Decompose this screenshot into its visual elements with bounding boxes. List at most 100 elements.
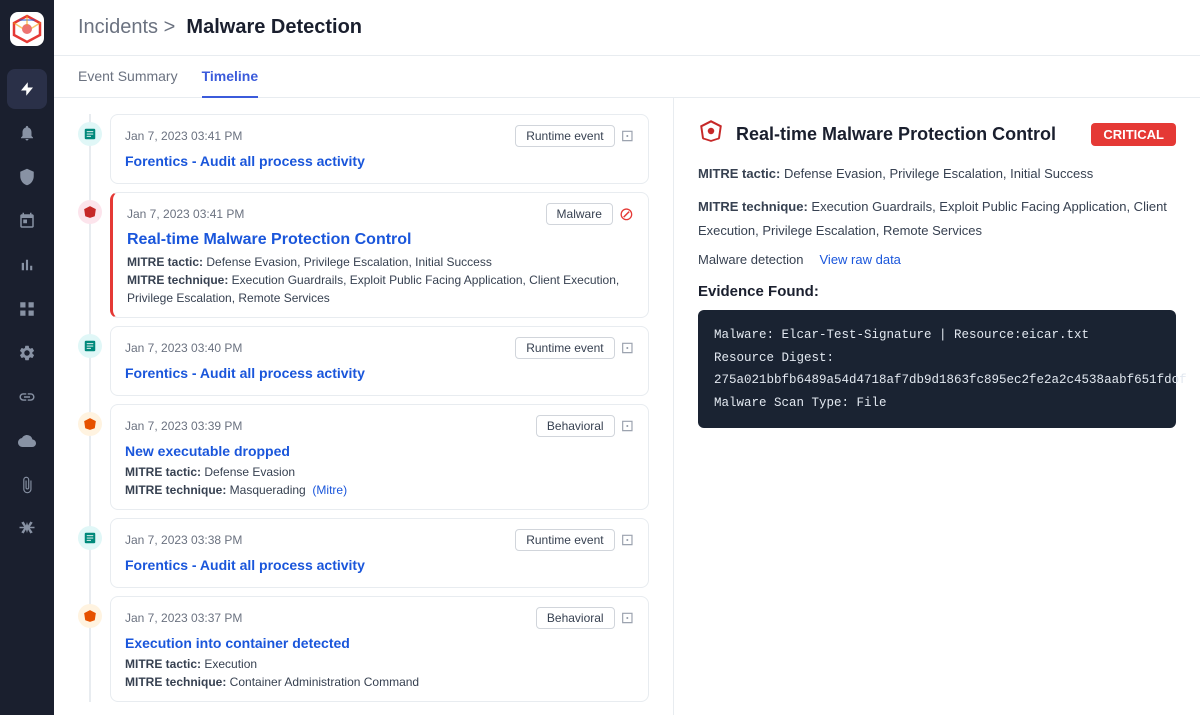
detail-mitre-tactic: MITRE tactic: Defense Evasion, Privilege… xyxy=(698,162,1176,185)
detail-title: Real-time Malware Protection Control xyxy=(736,124,1079,145)
event-title-5: Forentics - Audit all process activity xyxy=(125,557,634,573)
behavioral-badge-4: Behavioral xyxy=(536,415,615,437)
event-header-3: Jan 7, 2023 03:40 PM Runtime event ⊡ xyxy=(125,337,634,359)
event-header-5: Jan 7, 2023 03:38 PM Runtime event ⊡ xyxy=(125,529,634,551)
main-content: Incidents > Malware Detection Event Summ… xyxy=(54,0,1200,715)
event-meta-4: MITRE tactic: Defense Evasion MITRE tech… xyxy=(125,463,634,499)
event-time-1: Jan 7, 2023 03:41 PM xyxy=(125,129,242,143)
event-time-2: Jan 7, 2023 03:41 PM xyxy=(127,207,244,221)
mitre-link-4[interactable]: (Mitre) xyxy=(312,483,347,497)
timeline-item-1: Jan 7, 2023 03:41 PM Runtime event ⊡ For… xyxy=(78,114,649,184)
timeline: Jan 7, 2023 03:41 PM Runtime event ⊡ For… xyxy=(78,114,649,702)
sidebar-item-grid[interactable] xyxy=(7,289,47,329)
detail-panel: Real-time Malware Protection Control CRI… xyxy=(674,98,1200,715)
sidebar-item-home[interactable] xyxy=(7,69,47,109)
cancel-icon: ⊘ xyxy=(619,204,634,225)
sidebar xyxy=(0,0,54,715)
evidence-line-3: Malware Scan Type: File xyxy=(714,392,1160,415)
timeline-icon-5 xyxy=(78,526,102,550)
runtime-badge-5: Runtime event xyxy=(515,529,614,551)
logo[interactable] xyxy=(10,12,44,51)
sidebar-item-asterisk[interactable] xyxy=(7,509,47,549)
sidebar-item-chart[interactable] xyxy=(7,245,47,285)
event-badge-5: Runtime event ⊡ xyxy=(515,529,634,551)
event-card-3[interactable]: Jan 7, 2023 03:40 PM Runtime event ⊡ For… xyxy=(110,326,649,396)
detail-header: Real-time Malware Protection Control CRI… xyxy=(698,118,1176,150)
content-area: Jan 7, 2023 03:41 PM Runtime event ⊡ For… xyxy=(54,98,1200,715)
event-badge-6: Behavioral ⊡ xyxy=(536,607,634,629)
detail-threat-icon xyxy=(698,118,724,150)
tab-bar: Event Summary Timeline xyxy=(54,56,1200,98)
timeline-item-3: Jan 7, 2023 03:40 PM Runtime event ⊡ For… xyxy=(78,326,649,396)
header: Incidents > Malware Detection xyxy=(54,0,1200,56)
evidence-line-1: Malware: Elcar-Test-Signature | Resource… xyxy=(714,324,1160,347)
runtime-badge-3: Runtime event xyxy=(515,337,614,359)
timeline-panel: Jan 7, 2023 03:41 PM Runtime event ⊡ For… xyxy=(54,98,674,715)
event-badge-3: Runtime event ⊡ xyxy=(515,337,634,359)
event-time-4: Jan 7, 2023 03:39 PM xyxy=(125,419,242,433)
event-time-3: Jan 7, 2023 03:40 PM xyxy=(125,341,242,355)
event-header-6: Jan 7, 2023 03:37 PM Behavioral ⊡ xyxy=(125,607,634,629)
timeline-icon-1 xyxy=(78,122,102,146)
event-header-1: Jan 7, 2023 03:41 PM Runtime event ⊡ xyxy=(125,125,634,147)
event-badge-1: Runtime event ⊡ xyxy=(515,125,634,147)
critical-badge: CRITICAL xyxy=(1091,123,1176,146)
event-card-1[interactable]: Jan 7, 2023 03:41 PM Runtime event ⊡ For… xyxy=(110,114,649,184)
tab-timeline[interactable]: Timeline xyxy=(202,56,259,98)
sidebar-item-settings[interactable] xyxy=(7,333,47,373)
evidence-title: Evidence Found: xyxy=(698,283,1176,300)
event-badge-4: Behavioral ⊡ xyxy=(536,415,634,437)
sidebar-item-link[interactable] xyxy=(7,377,47,417)
view-raw-link[interactable]: View raw data xyxy=(820,252,901,267)
page-title: Incidents > Malware Detection xyxy=(78,16,1176,39)
event-card-2[interactable]: Jan 7, 2023 03:41 PM Malware ⊘ Real-time… xyxy=(110,192,649,318)
timeline-item-2: Jan 7, 2023 03:41 PM Malware ⊘ Real-time… xyxy=(78,192,649,318)
runtime-badge-1: Runtime event xyxy=(515,125,614,147)
scan-icon-1: ⊡ xyxy=(621,126,634,146)
mitre-tactic-label: MITRE tactic: xyxy=(698,166,780,181)
evidence-line-2: Resource Digest: 275a021bbfb6489a54d4718… xyxy=(714,347,1160,392)
event-card-4[interactable]: Jan 7, 2023 03:39 PM Behavioral ⊡ New ex… xyxy=(110,404,649,510)
sidebar-item-shield[interactable] xyxy=(7,157,47,197)
breadcrumb-main: Malware Detection xyxy=(186,16,362,38)
event-badge-2: Malware ⊘ xyxy=(546,203,634,225)
mitre-tactic-value: Defense Evasion, Privilege Escalation, I… xyxy=(784,166,1093,181)
timeline-icon-2 xyxy=(78,200,102,224)
sidebar-item-attach[interactable] xyxy=(7,465,47,505)
timeline-icon-6 xyxy=(78,604,102,628)
event-title-3: Forentics - Audit all process activity xyxy=(125,365,634,381)
sidebar-item-calendar[interactable] xyxy=(7,201,47,241)
event-header-2: Jan 7, 2023 03:41 PM Malware ⊘ xyxy=(127,203,634,225)
event-title-6: Execution into container detected xyxy=(125,635,634,651)
scan-icon-3: ⊡ xyxy=(621,338,634,358)
scan-icon-6: ⊡ xyxy=(621,608,634,628)
timeline-item-6: Jan 7, 2023 03:37 PM Behavioral ⊡ Execut… xyxy=(78,596,649,702)
event-meta-2: MITRE tactic: Defense Evasion, Privilege… xyxy=(127,253,634,307)
tab-event-summary[interactable]: Event Summary xyxy=(78,56,178,98)
event-time-6: Jan 7, 2023 03:37 PM xyxy=(125,611,242,625)
scan-icon-5: ⊡ xyxy=(621,530,634,550)
sidebar-item-cloud[interactable] xyxy=(7,421,47,461)
detection-label: Malware detection xyxy=(698,252,804,267)
event-card-5[interactable]: Jan 7, 2023 03:38 PM Runtime event ⊡ For… xyxy=(110,518,649,588)
scan-icon-4: ⊡ xyxy=(621,416,634,436)
behavioral-badge-6: Behavioral xyxy=(536,607,615,629)
timeline-icon-3 xyxy=(78,334,102,358)
timeline-icon-4 xyxy=(78,412,102,436)
timeline-item-4: Jan 7, 2023 03:39 PM Behavioral ⊡ New ex… xyxy=(78,404,649,510)
evidence-box: Malware: Elcar-Test-Signature | Resource… xyxy=(698,310,1176,428)
malware-badge: Malware xyxy=(546,203,613,225)
event-card-6[interactable]: Jan 7, 2023 03:37 PM Behavioral ⊡ Execut… xyxy=(110,596,649,702)
detail-links: Malware detection View raw data xyxy=(698,252,1176,267)
timeline-item-5: Jan 7, 2023 03:38 PM Runtime event ⊡ For… xyxy=(78,518,649,588)
mitre-technique-label: MITRE technique: xyxy=(698,199,808,214)
event-title-1: Forentics - Audit all process activity xyxy=(125,153,634,169)
detail-mitre-technique: MITRE technique: Execution Guardrails, E… xyxy=(698,195,1176,242)
sidebar-item-alerts[interactable] xyxy=(7,113,47,153)
event-meta-6: MITRE tactic: Execution MITRE technique:… xyxy=(125,655,634,691)
event-title-2: Real-time Malware Protection Control xyxy=(127,231,634,249)
event-header-4: Jan 7, 2023 03:39 PM Behavioral ⊡ xyxy=(125,415,634,437)
event-time-5: Jan 7, 2023 03:38 PM xyxy=(125,533,242,547)
event-title-4: New executable dropped xyxy=(125,443,634,459)
breadcrumb-prefix: Incidents > xyxy=(78,16,175,38)
